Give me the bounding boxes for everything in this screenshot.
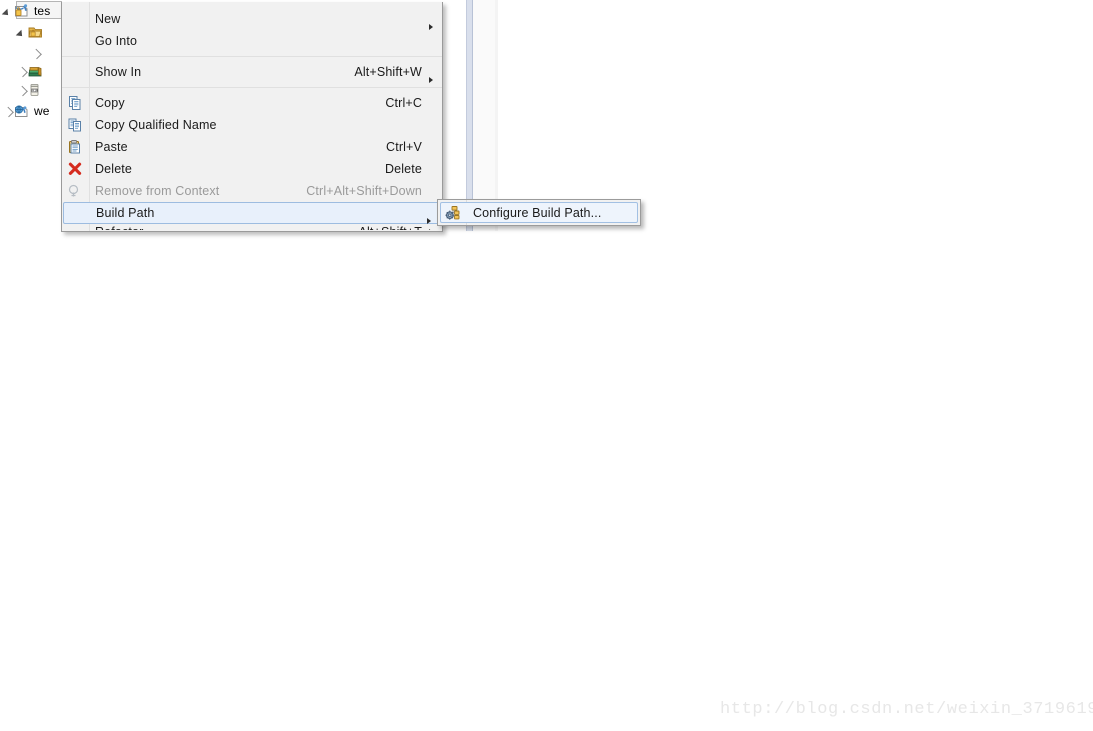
tree-item-project-label: tes bbox=[34, 4, 51, 18]
tree-item-web-project[interactable]: we bbox=[0, 101, 50, 121]
package-icon bbox=[41, 45, 59, 61]
menu-item-delete-label: Delete bbox=[95, 162, 133, 176]
menu-item-list: New Go Into Show In Alt+Shift+W Copy Ctr… bbox=[62, 2, 442, 230]
configure-build-path-icon bbox=[445, 205, 461, 221]
menu-item-paste-accel: Ctrl+V bbox=[386, 140, 422, 154]
twisty-expanded-icon[interactable] bbox=[16, 27, 27, 38]
menu-item-build-path-label: Build Path bbox=[96, 206, 155, 220]
java-project-icon bbox=[13, 3, 31, 19]
menu-separator bbox=[62, 87, 442, 88]
menu-item-remove-from-context-accel: Ctrl+Alt+Shift+Down bbox=[306, 184, 422, 198]
copy-icon bbox=[67, 95, 83, 111]
menu-item-refactor-label: Refactor bbox=[95, 224, 143, 230]
menu-item-paste-label: Paste bbox=[95, 140, 128, 154]
menu-item-show-in-label: Show In bbox=[95, 65, 142, 79]
menu-separator bbox=[62, 56, 442, 57]
menu-item-configure-build-path[interactable]: Configure Build Path... bbox=[440, 202, 638, 223]
menu-item-new[interactable]: New bbox=[62, 8, 442, 30]
menu-item-copy[interactable]: Copy Ctrl+C bbox=[62, 92, 442, 114]
menu-item-go-into-label: Go Into bbox=[95, 34, 138, 48]
jar-library-icon: 010 bbox=[27, 82, 45, 98]
svg-text:010: 010 bbox=[32, 89, 38, 93]
twisty-collapsed-icon[interactable] bbox=[16, 85, 27, 96]
tree-item-project[interactable]: tes bbox=[0, 1, 50, 21]
panel-divider-line-left bbox=[466, 0, 467, 231]
tree-item-jar-library[interactable]: 010 bbox=[0, 80, 48, 100]
menu-item-show-in[interactable]: Show In Alt+Shift+W bbox=[62, 61, 442, 83]
watermark-url: http://blog.csdn.net/weixin_37196194 bbox=[720, 700, 1093, 719]
build-path-submenu[interactable]: Configure Build Path... bbox=[437, 199, 641, 226]
source-folder-icon bbox=[27, 24, 45, 40]
copy-qualified-icon bbox=[67, 117, 83, 133]
tree-item-jre-library[interactable] bbox=[0, 61, 48, 81]
menu-item-go-into[interactable]: Go Into bbox=[62, 30, 442, 52]
twisty-collapsed-icon[interactable] bbox=[30, 48, 41, 59]
menu-item-remove-from-context-label: Remove from Context bbox=[95, 184, 220, 198]
menu-item-show-in-accel: Alt+Shift+W bbox=[354, 65, 422, 79]
tree-item-package[interactable] bbox=[0, 43, 62, 63]
menu-item-remove-from-context: Remove from Context Ctrl+Alt+Shift+Down bbox=[62, 180, 442, 202]
menu-item-copy-qualified-name-label: Copy Qualified Name bbox=[95, 118, 217, 132]
menu-item-refactor-accel: Alt+Shift+T bbox=[359, 224, 425, 230]
menu-item-configure-build-path-label: Configure Build Path... bbox=[473, 205, 602, 220]
twisty-collapsed-icon[interactable] bbox=[16, 66, 27, 77]
jre-library-icon bbox=[27, 63, 45, 79]
delete-x-icon bbox=[67, 161, 83, 177]
tree-item-web-project-label: we bbox=[34, 104, 50, 118]
menu-item-refactor[interactable]: Refactor Alt+Shift+T bbox=[62, 224, 442, 230]
remove-context-icon bbox=[67, 183, 83, 199]
menu-item-delete[interactable]: Delete Delete bbox=[62, 158, 442, 180]
tree-item-source-folder[interactable] bbox=[0, 22, 48, 42]
paste-icon bbox=[67, 139, 83, 155]
menu-item-delete-accel: Delete bbox=[384, 162, 422, 176]
menu-item-paste[interactable]: Paste Ctrl+V bbox=[62, 136, 442, 158]
menu-item-new-label: New bbox=[95, 12, 121, 26]
project-explorer-tree[interactable]: tes 010 we bbox=[0, 0, 62, 231]
menu-item-build-path[interactable]: Build Path bbox=[63, 202, 441, 224]
twisty-collapsed-icon[interactable] bbox=[2, 106, 13, 117]
twisty-expanded-icon[interactable] bbox=[2, 6, 13, 17]
menu-item-copy-label: Copy bbox=[95, 96, 125, 110]
editor-area-background-secondary bbox=[495, 0, 498, 231]
web-project-icon bbox=[13, 103, 31, 119]
workbench-background: tes 010 we New Go Into Show In Alt+Shift… bbox=[0, 0, 1093, 731]
menu-item-copy-qualified-name[interactable]: Copy Qualified Name bbox=[62, 114, 442, 136]
editor-area-background bbox=[473, 0, 495, 231]
menu-item-copy-accel: Ctrl+C bbox=[385, 96, 422, 110]
context-menu[interactable]: New Go Into Show In Alt+Shift+W Copy Ctr… bbox=[61, 2, 443, 232]
